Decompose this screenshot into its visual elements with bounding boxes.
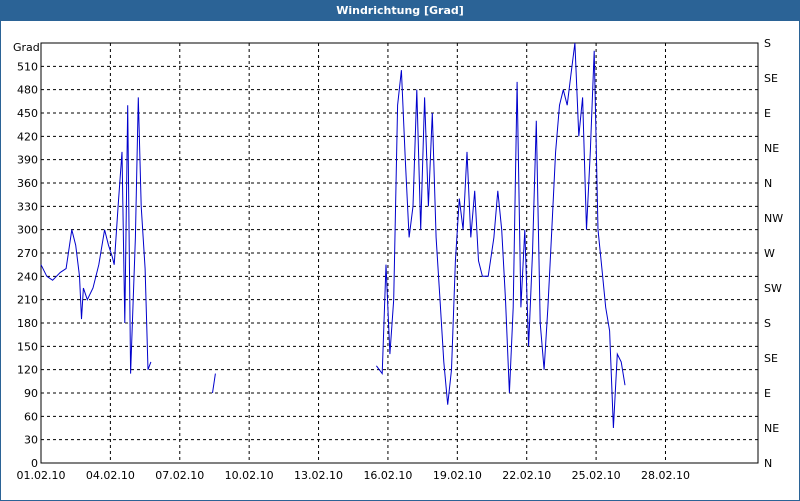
- grid: [41, 43, 758, 463]
- y-tick-label: 510: [17, 60, 38, 73]
- x-tick-label: 13.02.10: [294, 469, 343, 482]
- chart-title: Windrichtung [Grad]: [0, 0, 800, 20]
- y-tick-label: 90: [24, 387, 38, 400]
- x-tick-label: 04.02.10: [86, 469, 135, 482]
- right-axis-label: SE: [764, 72, 778, 85]
- series-line-segment: [212, 373, 216, 394]
- plot-border: [40, 42, 759, 464]
- right-axis-label: E: [764, 387, 771, 400]
- right-axis-label: W: [764, 247, 775, 260]
- y-tick-label: 270: [17, 247, 38, 260]
- right-axis-label: N: [764, 177, 772, 190]
- chart-frame: Grad 0 30 60 90 120 150 180 210 240 270 300 330 360 3…: [0, 20, 800, 501]
- x-tick-label: 16.02.10: [363, 469, 412, 482]
- y-tick-label: 120: [17, 364, 38, 377]
- x-tick-label: 22.02.10: [502, 469, 551, 482]
- y-tick-label: 450: [17, 107, 38, 120]
- right-axis-label: S: [764, 317, 771, 330]
- y-tick-label: 180: [17, 317, 38, 330]
- x-tick-label: 01.02.10: [17, 469, 66, 482]
- y-tick-label: 420: [17, 130, 38, 143]
- y-tick-label: 300: [17, 224, 38, 237]
- right-axis-label: NW: [764, 212, 783, 225]
- right-axis-label: S: [764, 37, 771, 50]
- y-tick-label: 390: [17, 154, 38, 167]
- y-tick-label: 30: [24, 434, 38, 447]
- x-tick-labels: 01.02.10 04.02.10 07.02.10 10.02.10 13.02.10…: [17, 469, 690, 482]
- y-tick-label: 480: [17, 84, 38, 97]
- y-tick-label: 240: [17, 270, 38, 283]
- x-tick-label: 25.02.10: [572, 469, 621, 482]
- x-tick-label: 19.02.10: [433, 469, 482, 482]
- y-axis-label: Grad: [13, 41, 40, 54]
- right-axis-label: NE: [764, 142, 779, 155]
- wind-direction-chart: Grad 03060901201501802102402703003303603…: [13, 37, 783, 482]
- x-tick-label: 07.02.10: [155, 469, 204, 482]
- right-axis-label: N: [764, 457, 772, 470]
- y-tick-label: 60: [24, 410, 38, 423]
- series-group: [40, 42, 626, 429]
- right-axis-label: E: [764, 107, 771, 120]
- y-tick-label: 360: [17, 177, 38, 190]
- x-tick-label: 28.02.10: [641, 469, 690, 482]
- series-line-segment: [40, 97, 152, 374]
- series-line-segment: [375, 42, 626, 429]
- right-axis-labels: N NE E SE S SW W NW N NE E SE S: [764, 37, 783, 470]
- y-tick-label: 210: [17, 294, 38, 307]
- right-axis-label: SE: [764, 352, 778, 365]
- y-tick-label: 330: [17, 200, 38, 213]
- y-tick-labels: 0306090120150180210240270300330360390420…: [17, 60, 38, 470]
- y-tick-label: 150: [17, 340, 38, 353]
- right-axis-label: NE: [764, 422, 779, 435]
- right-axis-label: SW: [764, 282, 782, 295]
- x-tick-label: 10.02.10: [225, 469, 274, 482]
